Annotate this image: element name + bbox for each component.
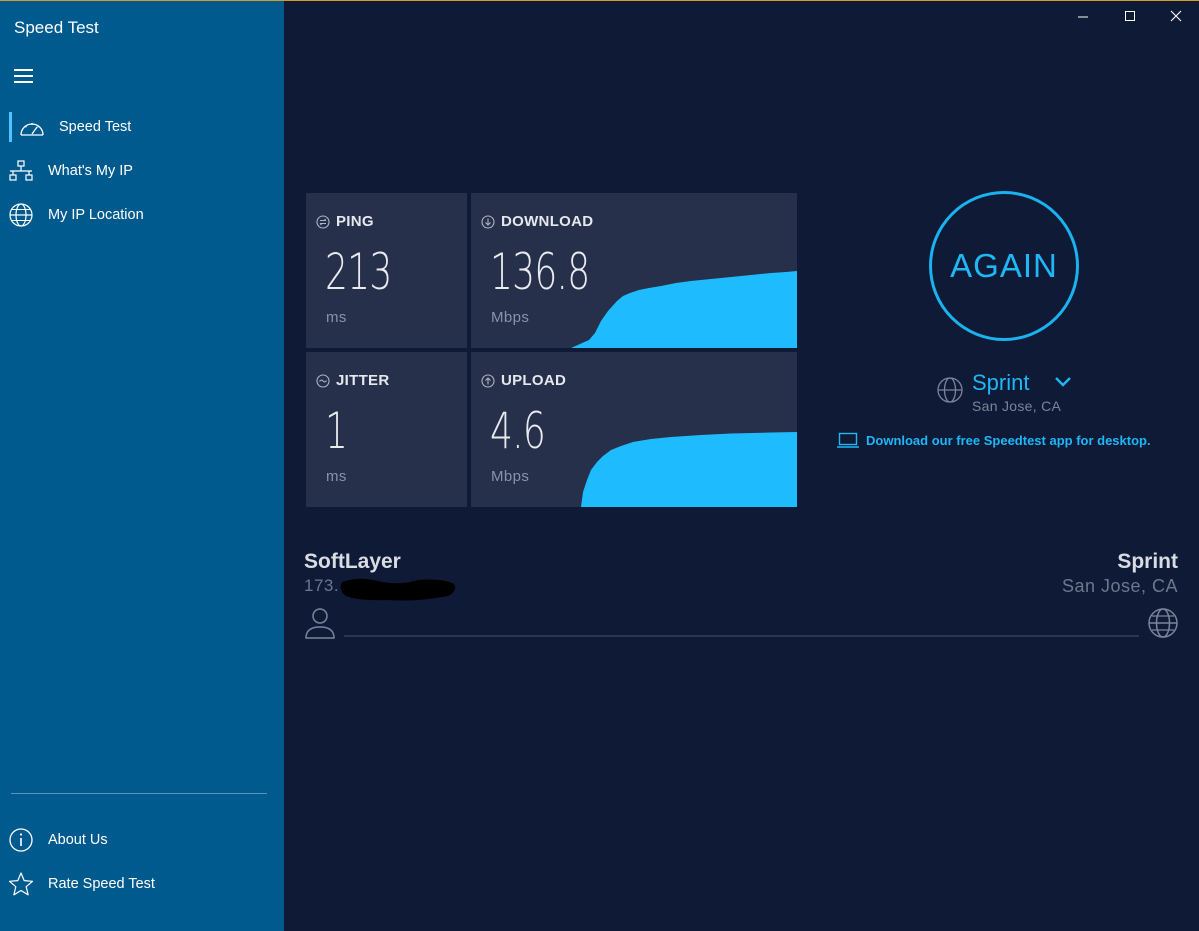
info-icon <box>9 828 33 852</box>
upload-value: 4.6 <box>490 402 546 460</box>
sidebar-item-label: What's My IP <box>48 163 133 179</box>
again-button[interactable]: AGAIN <box>929 191 1079 341</box>
sidebar-item-about-us[interactable]: About Us <box>0 822 284 858</box>
sidebar-item-label: About Us <box>48 832 108 848</box>
ping-label: PING <box>336 213 374 230</box>
sidebar-item-whats-my-ip[interactable]: What's My IP <box>0 153 284 189</box>
ping-icon <box>316 214 330 229</box>
connection-server-name: Sprint <box>1117 550 1178 573</box>
sidebar-item-speed-test[interactable]: Speed Test <box>0 109 284 145</box>
minimize-button[interactable] <box>1060 0 1106 32</box>
download-label: DOWNLOAD <box>501 213 594 230</box>
chevron-down-icon[interactable] <box>1054 376 1072 388</box>
server-location: San Jose, CA <box>972 398 1062 414</box>
maximize-icon <box>1125 11 1135 21</box>
jitter-label: JITTER <box>336 372 390 389</box>
ping-unit: ms <box>326 309 347 326</box>
ping-header: PING <box>316 213 374 230</box>
sidebar-item-my-ip-location[interactable]: My IP Location <box>0 197 284 233</box>
ping-value: 213 <box>325 243 392 301</box>
download-app-link[interactable]: Download our free Speedtest app for desk… <box>836 432 1151 449</box>
ping-card: PING 213 ms <box>306 193 467 348</box>
sidebar-item-label: My IP Location <box>48 207 144 223</box>
download-arrow-icon <box>481 214 495 229</box>
globe-icon <box>937 377 963 403</box>
isp-name: SoftLayer <box>304 550 401 573</box>
connection-line <box>344 635 1139 637</box>
download-unit: Mbps <box>491 309 530 326</box>
upload-arrow-icon <box>481 373 495 388</box>
download-card: DOWNLOAD 136.8 Mbps <box>471 193 797 348</box>
isp-ip-address: 173. <box>304 576 340 595</box>
server-globe-icon <box>1148 608 1178 638</box>
close-button[interactable] <box>1153 0 1199 32</box>
jitter-header: JITTER <box>316 372 389 389</box>
upload-unit: Mbps <box>491 468 530 485</box>
sidebar-item-label: Rate Speed Test <box>48 876 155 892</box>
connection-server-location: San Jose, CA <box>1061 576 1178 596</box>
sidebar: Speed Test Speed Test What's My IP My IP… <box>0 1 284 931</box>
jitter-value: 1 <box>325 402 348 460</box>
globe-icon <box>9 203 33 227</box>
user-icon <box>305 608 335 639</box>
jitter-icon <box>316 373 330 388</box>
sidebar-item-rate-speed-test[interactable]: Rate Speed Test <box>0 866 284 902</box>
close-icon <box>1170 10 1182 22</box>
download-value: 136.8 <box>490 243 590 301</box>
sidebar-divider <box>11 793 267 794</box>
speedometer-icon <box>20 123 44 136</box>
server-name[interactable]: Sprint <box>972 370 1029 396</box>
sidebar-item-label: Speed Test <box>59 119 132 135</box>
download-app-link-label: Download our free Speedtest app for desk… <box>866 433 1151 448</box>
again-label: AGAIN <box>950 247 1058 284</box>
star-icon <box>8 872 34 896</box>
network-icon <box>9 160 33 181</box>
minimize-icon <box>1078 16 1088 18</box>
active-indicator <box>9 112 12 142</box>
maximize-button[interactable] <box>1107 0 1153 32</box>
laptop-icon <box>837 432 859 448</box>
upload-label: UPLOAD <box>501 372 567 389</box>
redaction-mark <box>340 578 456 601</box>
jitter-card: JITTER 1 ms <box>306 352 467 507</box>
jitter-unit: ms <box>326 468 347 485</box>
app-title: Speed Test <box>14 18 99 37</box>
upload-card: UPLOAD 4.6 Mbps <box>471 352 797 507</box>
download-header: DOWNLOAD <box>481 213 593 230</box>
hamburger-menu-icon[interactable] <box>14 69 34 85</box>
upload-header: UPLOAD <box>481 372 566 389</box>
